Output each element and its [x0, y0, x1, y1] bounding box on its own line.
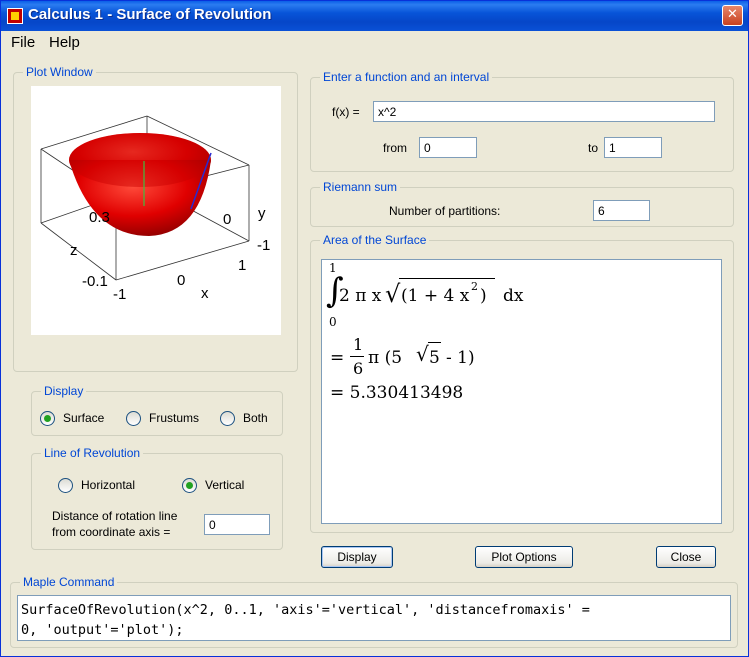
integral-lower-limit: 0	[329, 315, 337, 329]
vertical-radio[interactable]	[182, 478, 197, 493]
sqrt-sign-icon: √	[385, 280, 401, 308]
display-button[interactable]: Display	[321, 546, 393, 568]
display-both-radio[interactable]	[220, 411, 235, 426]
tick-label: -0.1	[82, 273, 108, 290]
distance-input[interactable]	[204, 514, 270, 535]
tick-label: -1	[257, 237, 270, 254]
display-surface-radio[interactable]	[40, 411, 55, 426]
maple-command-line2: 0, 'output'='plot');	[21, 622, 184, 638]
area-result-display[interactable]: 1 ∫ 0 2 π x √ (1 + 4 x 2 ) dx = 1 6 π (5…	[321, 259, 722, 524]
fraction-numerator: 1	[353, 335, 364, 354]
riemann-title: Riemann sum	[320, 180, 401, 194]
from-input[interactable]	[419, 137, 477, 158]
menu-bar: File Help	[1, 31, 748, 55]
axis-label-x: x	[201, 285, 209, 302]
display-title: Display	[41, 384, 87, 398]
app-window: Calculus 1 - Surface of Revolution ✕ Fil…	[0, 0, 749, 657]
partitions-input[interactable]	[593, 200, 650, 221]
eq1-rest-a: π (5	[368, 348, 403, 368]
surface-plot: y z x 0.3 0 -1 1 -0.1 -1 0 1	[40, 115, 270, 303]
radicand-exponent: 2	[471, 280, 478, 293]
tick-label: 0	[223, 211, 231, 228]
plot-window-title: Plot Window	[23, 65, 96, 79]
maple-command-line1: SurfaceOfRevolution(x^2, 0..1, 'axis'='v…	[21, 602, 590, 618]
app-icon	[7, 8, 23, 24]
tick-label: 0	[177, 272, 185, 289]
fx-label: f(x) =	[332, 105, 360, 119]
fx-input[interactable]	[373, 101, 715, 122]
menu-help[interactable]: Help	[49, 34, 80, 51]
window-close-icon[interactable]: ✕	[722, 5, 743, 26]
window-title: Calculus 1 - Surface of Revolution	[28, 6, 272, 23]
horizontal-radio[interactable]	[58, 478, 73, 493]
radicand-close: )	[480, 286, 487, 306]
close-button[interactable]: Close	[656, 546, 716, 568]
eq1-sqrt-icon: √	[416, 342, 429, 366]
riemann-group: Riemann sum	[310, 180, 734, 227]
eq1-sqrt-bar	[428, 342, 441, 343]
display-surface-label: Surface	[63, 411, 105, 425]
tick-label: 0.3	[89, 209, 110, 226]
maple-command-title: Maple Command	[20, 575, 118, 589]
display-frustums-label: Frustums	[149, 411, 200, 425]
radicand: (1 + 4 x	[401, 286, 470, 306]
line-of-revolution-title: Line of Revolution	[41, 446, 144, 460]
function-group: Enter a function and an interval	[310, 70, 734, 172]
eq1-sign: =	[330, 348, 345, 368]
axis-label-z: z	[70, 242, 78, 259]
sqrt-bar	[399, 278, 495, 280]
surface-area-result: = 5.330413498	[330, 383, 464, 403]
to-label: to	[588, 141, 599, 155]
axis-label-y: y	[258, 205, 266, 222]
area-title: Area of the Surface	[320, 233, 430, 247]
integral-dx: dx	[503, 286, 524, 306]
eq1-sqrt-arg: 5	[429, 348, 440, 368]
function-group-title: Enter a function and an interval	[320, 70, 493, 84]
horizontal-label: Horizontal	[81, 478, 136, 492]
plot-canvas[interactable]: y z x 0.3 0 -1 1 -0.1 -1 0 1	[31, 86, 281, 335]
fraction-bar	[350, 356, 364, 357]
partitions-label: Number of partitions:	[389, 204, 501, 218]
to-input[interactable]	[604, 137, 662, 158]
integrand-prefix: 2 π x	[339, 286, 382, 306]
tick-label: -1	[113, 286, 126, 303]
title-bar[interactable]: Calculus 1 - Surface of Revolution ✕	[1, 1, 748, 31]
eq1-rest-b: - 1)	[446, 348, 475, 368]
distance-label-line1: Distance of rotation line	[52, 509, 178, 523]
display-frustums-radio[interactable]	[126, 411, 141, 426]
plot-options-button[interactable]: Plot Options	[475, 546, 573, 568]
menu-file[interactable]: File	[11, 34, 35, 51]
vertical-label: Vertical	[205, 478, 245, 492]
maple-command-text[interactable]: SurfaceOfRevolution(x^2, 0..1, 'axis'='v…	[17, 595, 731, 641]
distance-label-line2: from coordinate axis =	[52, 525, 171, 539]
from-label: from	[383, 141, 407, 155]
fraction-denominator: 6	[353, 359, 364, 378]
display-both-label: Both	[243, 411, 268, 425]
